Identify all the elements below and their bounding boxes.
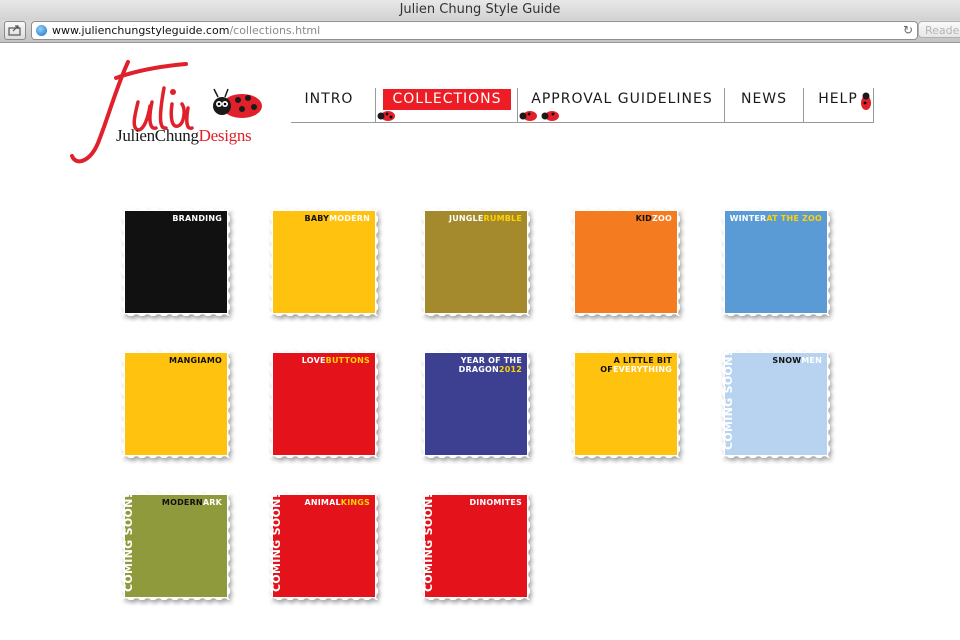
stamp-artwork xyxy=(425,495,527,597)
stamp-title-a: LOVE xyxy=(301,356,326,365)
collection-stamp-love-buttons[interactable]: LOVEBUTTONS xyxy=(264,344,384,464)
stamp-title-a: DINOMITES xyxy=(469,498,522,507)
stamp-title: MODERNARK xyxy=(162,498,222,507)
address-bar[interactable]: www.julienchungstyleguide.com/collection… xyxy=(31,21,918,40)
stamp-title-a: BRANDING xyxy=(172,214,222,223)
stamp-title: WINTERAT THE ZOO xyxy=(730,214,822,223)
collection-stamp-snowmen[interactable]: SNOWMEN COMING SOON! xyxy=(716,344,836,464)
collection-stamp-modern-ark[interactable]: MODERNARK COMING SOON! xyxy=(116,486,236,606)
stamp-title-a: SNOW xyxy=(772,356,802,365)
stamp-title-a: JUNGLE xyxy=(449,214,484,223)
stamp-title: LOVEBUTTONS xyxy=(302,356,370,365)
nav-divider xyxy=(803,88,804,123)
stamp-title: SNOWMEN xyxy=(772,356,822,365)
url-path: /collections.html xyxy=(229,24,321,37)
coming-soon-label: COMING SOON! xyxy=(722,351,735,450)
url-text: www.julienchungstyleguide.com/collection… xyxy=(52,22,320,39)
coming-soon-label: COMING SOON! xyxy=(270,493,283,592)
stamp-title-b: MEN xyxy=(801,356,822,365)
nav-item-collections[interactable]: COLLECTIONS xyxy=(383,88,511,122)
stamp-title: KIDZOO xyxy=(636,214,672,223)
nav-label-help: HELP xyxy=(818,91,858,107)
stamp-title-a: WINTER xyxy=(729,214,767,223)
nav-label-collections: COLLECTIONS xyxy=(383,89,511,110)
site-logo[interactable]: JulienChungDesigns xyxy=(68,58,268,170)
stamp-title-b: EVERYTHING xyxy=(612,365,672,374)
stamp-artwork xyxy=(273,495,375,597)
stamp-artwork xyxy=(725,353,827,455)
stamp-title: BABYMODERN xyxy=(305,214,370,223)
stamp-title: JUNGLERUMBLE xyxy=(449,214,522,223)
nav-divider xyxy=(724,88,725,123)
stamp-title: DINOMITES xyxy=(469,498,522,507)
nav-item-intro[interactable]: INTRO xyxy=(291,88,367,122)
stamp-artwork xyxy=(725,211,827,313)
share-button[interactable] xyxy=(4,21,26,40)
stamp-title-b: BUTTONS xyxy=(325,356,370,365)
collection-stamp-animal-kings[interactable]: ANIMALKINGS COMING SOON! xyxy=(264,486,384,606)
collection-stamp-dinomites[interactable]: DINOMITES COMING SOON! xyxy=(416,486,536,606)
collection-stamp-winter-at-the-zoo[interactable]: WINTERAT THE ZOO xyxy=(716,202,836,322)
stamp-artwork xyxy=(575,211,677,313)
logo-name-part2: Designs xyxy=(198,126,252,145)
stamp-title-b: MODERN xyxy=(329,214,370,223)
stamp-title-b: RUMBLE xyxy=(483,214,522,223)
julien-script-logo xyxy=(70,60,194,164)
coming-soon-label: COMING SOON! xyxy=(422,493,435,592)
nav-divider xyxy=(517,88,518,123)
nav-underline xyxy=(291,122,874,123)
collection-stamp-mangiamo[interactable]: MANGIAMO xyxy=(116,344,236,464)
collection-stamp-jungle-rumble[interactable]: JUNGLERUMBLE xyxy=(416,202,536,322)
stamp-title-a: ANIMAL xyxy=(304,498,341,507)
stamp-artwork xyxy=(125,495,227,597)
stamp-title: MANGIAMO xyxy=(169,356,222,365)
main-nav: INTRO COLLECTIONS APPROVAL GUIDELINES NE… xyxy=(291,88,874,123)
browser-toolbar: www.julienchungstyleguide.com/collection… xyxy=(0,20,960,43)
stamp-artwork xyxy=(273,211,375,313)
nav-label-news: NEWS xyxy=(740,91,788,107)
nav-label-approval-guidelines: APPROVAL GUIDELINES xyxy=(531,91,713,107)
logo-name-part1: JulienChung xyxy=(116,126,199,145)
nav-label-intro: INTRO xyxy=(304,91,354,107)
nav-divider xyxy=(873,88,874,123)
stamp-artwork xyxy=(125,353,227,455)
stamp-artwork xyxy=(273,353,375,455)
stamp-title: A LITTLE BIT OFEVERYTHING xyxy=(566,356,672,374)
stamp-artwork xyxy=(125,211,227,313)
globe-icon xyxy=(36,25,47,36)
stamp-title: YEAR OF THE DRAGON2012 xyxy=(416,356,522,374)
url-host: www.julienchungstyleguide.com xyxy=(52,24,230,37)
ladybug-icon xyxy=(861,92,871,110)
stamp-title-b: KINGS xyxy=(340,498,370,507)
coming-soon-label: COMING SOON! xyxy=(122,493,135,592)
stamp-artwork xyxy=(425,211,527,313)
stamp-title-b: AT THE ZOO xyxy=(766,214,822,223)
collection-stamp-kid-zoo[interactable]: KIDZOO xyxy=(566,202,686,322)
reader-button[interactable]: Reader xyxy=(918,21,960,38)
stamp-title-b: 2012 xyxy=(498,365,522,374)
stamp-title-b: ZOO xyxy=(651,214,672,223)
collection-stamp-a-little-bit-of-everything[interactable]: A LITTLE BIT OFEVERYTHING xyxy=(566,344,686,464)
ladybug-icon xyxy=(213,88,262,118)
stamp-title-a: KID xyxy=(635,214,652,223)
ladybug-pair-icon xyxy=(519,111,559,121)
logo-wordmark: JulienChungDesigns xyxy=(116,126,252,146)
collection-stamp-branding[interactable]: BRANDING xyxy=(116,202,236,322)
stamp-title: ANIMALKINGS xyxy=(304,498,370,507)
nav-item-news[interactable]: NEWS xyxy=(731,88,797,122)
stamp-title-a: BABY xyxy=(304,214,330,223)
collection-stamp-year-of-the-dragon[interactable]: YEAR OF THE DRAGON2012 xyxy=(416,344,536,464)
ladybug-icon xyxy=(377,111,395,121)
stamp-title-a: MODERN xyxy=(161,498,203,507)
stamp-title-a: MANGIAMO xyxy=(169,356,222,365)
nav-divider xyxy=(375,88,376,123)
collection-stamp-baby-modern[interactable]: BABYMODERN xyxy=(264,202,384,322)
share-icon xyxy=(8,25,21,36)
reload-icon[interactable]: ↻ xyxy=(903,22,913,39)
stamp-title: BRANDING xyxy=(172,214,222,223)
stamp-title-b: ARK xyxy=(202,498,222,507)
window-title: Julien Chung Style Guide xyxy=(0,0,960,20)
